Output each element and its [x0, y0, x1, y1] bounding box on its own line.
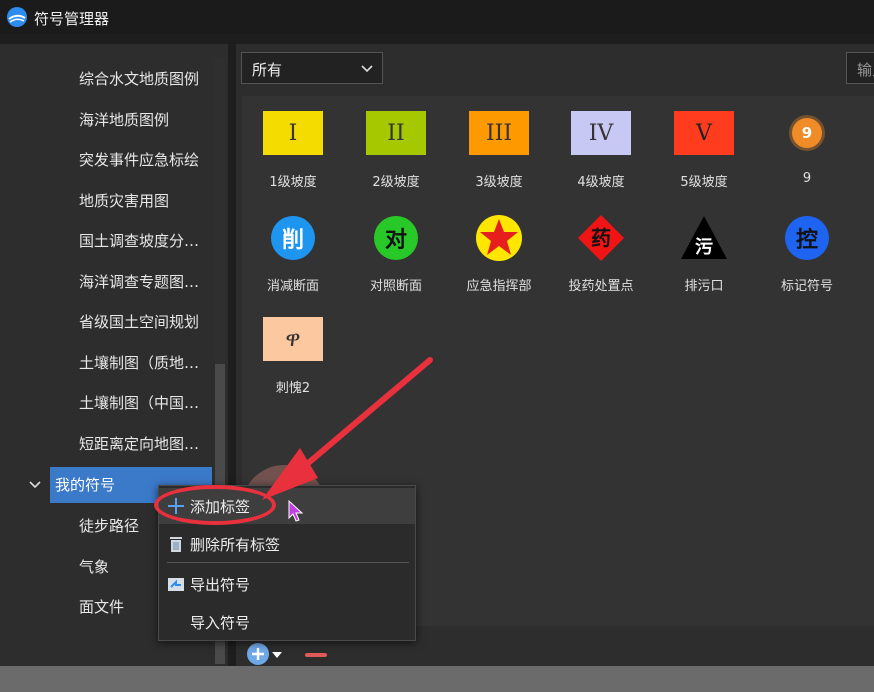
symbol-item[interactable]: 药投药处置点	[556, 212, 646, 302]
menu-item-import-symbols[interactable]: 导入符号	[159, 604, 415, 640]
mouse-cursor-icon	[288, 500, 304, 522]
symbol-label: 投药处置点	[568, 279, 634, 294]
category-select-value: 所有	[252, 61, 283, 79]
symbol-label: 标记符号	[780, 279, 833, 294]
tree-item[interactable]: 突发事件应急标绘	[79, 145, 199, 175]
remove-button[interactable]	[305, 653, 327, 657]
app-logo-icon	[7, 7, 27, 27]
add-dropdown-caret-icon[interactable]	[272, 652, 282, 658]
symbol-label: 9	[802, 171, 812, 186]
export-icon	[168, 578, 184, 591]
trash-icon	[170, 537, 182, 552]
map-background-strip	[0, 666, 874, 692]
chevron-down-icon	[361, 65, 373, 73]
title-bar: 符号管理器	[0, 0, 874, 34]
menu-item-label: 导入符号	[190, 614, 251, 632]
tree-item[interactable]: 省级国土空间规划	[79, 307, 199, 337]
add-button[interactable]	[247, 643, 269, 665]
symbol-label: 对照断面	[369, 279, 422, 294]
symbol-label: 排污口	[684, 279, 724, 294]
symbol-item[interactable]: V 5级坡度	[659, 108, 749, 198]
search-input[interactable]: 输入	[846, 52, 874, 84]
menu-separator	[167, 562, 409, 563]
tree-item[interactable]: 综合水文地质图例	[79, 64, 199, 94]
symbol-label: 3级坡度	[475, 175, 523, 190]
tree-item-my-symbols-label: 我的符号	[55, 476, 116, 494]
tree-child-item[interactable]: 徒步路径	[79, 511, 139, 541]
search-placeholder: 输入	[857, 61, 874, 79]
tree-child-item[interactable]: 面文件	[79, 592, 124, 622]
tree-child-item[interactable]: 气象	[79, 552, 109, 582]
symbol-icon: II	[366, 111, 426, 155]
menu-item-export-symbols[interactable]: 导出符号	[159, 566, 415, 602]
tree-item[interactable]: 土壤制图（质地…	[79, 348, 199, 378]
tree-item[interactable]: 海洋调查专题图…	[79, 267, 199, 297]
symbol-item[interactable]: 削消减断面	[248, 212, 338, 302]
symbol-item[interactable]: 99	[762, 108, 852, 198]
tree-item[interactable]: 短距离定向地图…	[79, 429, 199, 459]
symbol-label: 1级坡度	[269, 175, 317, 190]
symbol-icon: 削	[271, 216, 315, 260]
symbol-icon: 药	[578, 215, 624, 261]
symbol-item[interactable]: III 3级坡度	[454, 108, 544, 198]
symbol-item[interactable]: 应急指挥部	[454, 212, 544, 302]
chevron-down-icon[interactable]	[28, 478, 42, 492]
symbol-icon: V	[674, 111, 734, 155]
menu-item-delete-all-tags[interactable]: 删除所有标签	[159, 526, 415, 562]
symbol-icon: 9	[792, 118, 822, 148]
menu-item-label: 删除所有标签	[190, 536, 281, 554]
symbol-icon: 控	[785, 216, 829, 260]
tree-item[interactable]: 土壤制图（中国…	[79, 388, 199, 418]
symbol-icon	[476, 215, 522, 261]
symbol-item[interactable]: 控标记符号	[762, 212, 852, 302]
tree-item[interactable]: 海洋地质图例	[79, 105, 169, 135]
symbol-item[interactable]: II 2级坡度	[351, 108, 441, 198]
category-select[interactable]: 所有	[241, 52, 383, 84]
symbol-icon: 对	[374, 216, 418, 260]
symbol-item[interactable]: 污排污口	[659, 212, 749, 302]
symbol-label: 消减断面	[266, 279, 319, 294]
svg-text:污: 污	[695, 237, 713, 258]
tree-item[interactable]: 地质灾害用图	[79, 186, 169, 216]
symbol-label: 4级坡度	[577, 175, 625, 190]
symbol-icon: 污	[681, 216, 727, 259]
symbol-label: 5级坡度	[680, 175, 728, 190]
tree-item[interactable]: 国土调查坡度分…	[79, 226, 199, 256]
symbol-icon: ዋ	[263, 317, 323, 361]
symbol-item[interactable]: ዋ 刺愧2	[248, 314, 338, 404]
annotation-oval	[154, 485, 276, 525]
symbol-icon: IV	[571, 111, 631, 155]
symbol-item[interactable]: IV 4级坡度	[556, 108, 646, 198]
window-title: 符号管理器	[34, 10, 110, 28]
symbol-label: 应急指挥部	[466, 279, 532, 294]
symbol-item[interactable]: 对对照断面	[351, 212, 441, 302]
symbol-item[interactable]: I 1级坡度	[248, 108, 338, 198]
symbol-icon: I	[263, 111, 323, 155]
svg-text:药: 药	[591, 226, 611, 250]
symbol-icon: III	[469, 111, 529, 155]
menu-item-label: 导出符号	[190, 576, 251, 594]
plus-icon	[252, 648, 264, 660]
symbol-label: 刺愧2	[275, 381, 311, 396]
symbol-label: 2级坡度	[372, 175, 420, 190]
